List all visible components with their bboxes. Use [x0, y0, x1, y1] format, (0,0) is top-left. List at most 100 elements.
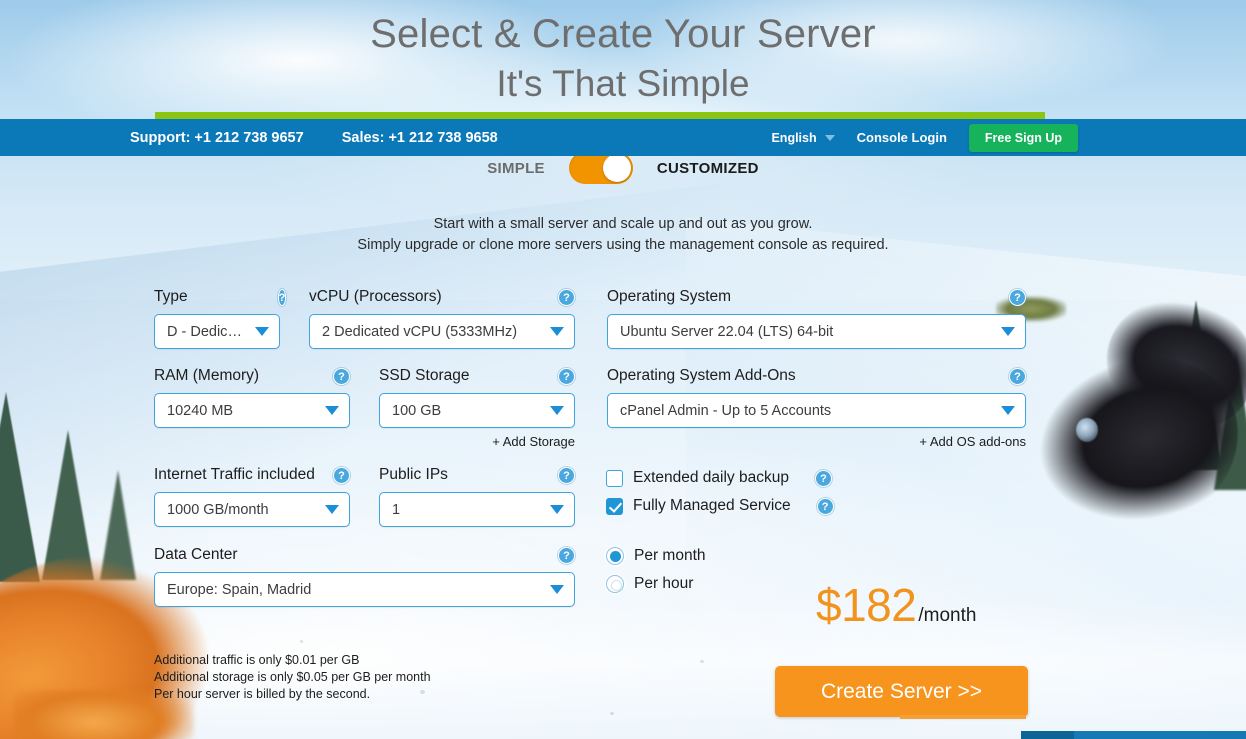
operating-system-select-value: Ubuntu Server 22.04 (LTS) 64-bit — [620, 323, 834, 340]
help-icon[interactable]: ? — [558, 288, 575, 306]
field-public-ips: Public IPs ? 1 — [379, 466, 575, 527]
language-label: English — [771, 130, 817, 145]
ram-select[interactable]: 10240 MB — [154, 393, 350, 428]
footnote-line2: Additional storage is only $0.05 per GB … — [154, 670, 431, 684]
chevron-down-icon — [1001, 327, 1015, 336]
add-os-addons-link[interactable]: + Add OS add-ons — [607, 434, 1026, 449]
radio-row: Per hour — [606, 575, 706, 593]
field-public-ips-label: Public IPs — [379, 466, 448, 483]
help-icon[interactable]: ? — [814, 469, 832, 487]
bottom-orange-strip — [900, 715, 1026, 719]
ram-select-value: 10240 MB — [167, 402, 234, 419]
vcpu-select[interactable]: 2 Dedicated vCPU (5333MHz) — [309, 314, 575, 349]
field-type-label: Type — [154, 288, 188, 305]
field-os-addons: Operating System Add-Ons ? cPanel Admin … — [607, 367, 1026, 449]
field-os-addons-label: Operating System Add-Ons — [607, 367, 796, 384]
field-os-label-row: Operating System ? — [607, 288, 1026, 306]
console-login-link[interactable]: Console Login — [857, 130, 947, 145]
server-config-form: Type ? D - Dedicat… vCPU (Processors) ? … — [0, 0, 1246, 739]
top-navigation-bar: Support: +1 212 738 9657 Sales: +1 212 7… — [0, 119, 1246, 156]
footnote-line1: Additional traffic is only $0.01 per GB — [154, 653, 360, 667]
field-public-ips-label-row: Public IPs ? — [379, 466, 575, 484]
price-period: /month — [918, 605, 977, 626]
vcpu-select-value: 2 Dedicated vCPU (5333MHz) — [322, 323, 518, 340]
data-center-select[interactable]: Europe: Spain, Madrid — [154, 572, 575, 607]
pricing-footnote: Additional traffic is only $0.01 per GB … — [154, 652, 431, 703]
per-month-label: Per month — [634, 547, 706, 564]
internet-traffic-select[interactable]: 1000 GB/month — [154, 492, 350, 527]
help-icon[interactable]: ? — [558, 466, 575, 484]
add-storage-link[interactable]: + Add Storage — [379, 434, 575, 449]
checkbox-row: Fully Managed Service ? — [606, 497, 834, 515]
help-icon[interactable]: ? — [558, 546, 575, 564]
ssd-storage-select-value: 100 GB — [392, 402, 442, 419]
help-icon[interactable]: ? — [277, 288, 287, 306]
field-os-addons-label-row: Operating System Add-Ons ? — [607, 367, 1026, 385]
public-ips-select-value: 1 — [392, 501, 401, 518]
field-ssd-label-row: SSD Storage ? — [379, 367, 575, 385]
field-ssd-storage: SSD Storage ? 100 GB + Add Storage — [379, 367, 575, 449]
field-data-center-label: Data Center — [154, 546, 238, 563]
field-operating-system: Operating System ? Ubuntu Server 22.04 (… — [607, 288, 1026, 349]
nav-actions-group: English Console Login Free Sign Up — [771, 123, 1078, 152]
chevron-down-icon — [550, 505, 564, 514]
field-os-label: Operating System — [607, 288, 732, 305]
field-traffic-label-row: Internet Traffic included ? — [154, 466, 350, 484]
addon-checkbox-group: Extended daily backup ? Fully Managed Se… — [606, 469, 834, 525]
os-addons-select-value: cPanel Admin - Up to 5 Accounts — [620, 402, 832, 419]
fully-managed-service-checkbox[interactable] — [606, 497, 623, 515]
free-signup-button[interactable]: Free Sign Up — [968, 123, 1078, 152]
support-phone: Support: +1 212 738 9657 — [130, 129, 304, 146]
extended-daily-backup-label: Extended daily backup — [633, 469, 789, 486]
field-ram-label: RAM (Memory) — [154, 367, 260, 384]
bottom-blue-bar-dark — [1021, 731, 1074, 739]
chevron-down-icon — [325, 406, 339, 415]
help-icon[interactable]: ? — [816, 497, 834, 515]
field-internet-traffic: Internet Traffic included ? 1000 GB/mont… — [154, 466, 350, 527]
checkbox-row: Extended daily backup ? — [606, 469, 834, 487]
field-type-label-row: Type ? — [154, 288, 287, 306]
field-ram: RAM (Memory) ? 10240 MB — [154, 367, 350, 428]
ssd-storage-select[interactable]: 100 GB — [379, 393, 575, 428]
type-select-value: D - Dedicat… — [167, 323, 247, 340]
field-vcpu-label-row: vCPU (Processors) ? — [309, 288, 575, 306]
fully-managed-service-label: Fully Managed Service — [633, 497, 791, 514]
price-amount: $182 — [816, 579, 917, 631]
field-type: Type ? D - Dedicat… — [154, 288, 287, 349]
field-vcpu-label: vCPU (Processors) — [309, 288, 442, 305]
field-data-center-label-row: Data Center ? — [154, 546, 575, 564]
chevron-down-icon — [550, 327, 564, 336]
footnote-line3: Per hour server is billed by the second. — [154, 687, 371, 701]
per-hour-radio[interactable] — [606, 575, 624, 593]
help-icon[interactable]: ? — [558, 367, 575, 385]
field-ssd-label: SSD Storage — [379, 367, 470, 384]
internet-traffic-select-value: 1000 GB/month — [167, 501, 269, 518]
language-selector[interactable]: English — [771, 130, 835, 145]
operating-system-select[interactable]: Ubuntu Server 22.04 (LTS) 64-bit — [607, 314, 1026, 349]
field-traffic-label: Internet Traffic included — [154, 466, 315, 483]
type-select[interactable]: D - Dedicat… — [154, 314, 280, 349]
chevron-down-icon — [1001, 406, 1015, 415]
per-hour-label: Per hour — [634, 575, 694, 592]
help-icon[interactable]: ? — [333, 466, 350, 484]
data-center-select-value: Europe: Spain, Madrid — [167, 581, 312, 598]
field-ram-label-row: RAM (Memory) ? — [154, 367, 350, 385]
chevron-down-icon — [255, 327, 269, 336]
public-ips-select[interactable]: 1 — [379, 492, 575, 527]
chevron-down-icon — [325, 505, 339, 514]
per-month-radio[interactable] — [606, 547, 624, 565]
chevron-down-icon — [550, 585, 564, 594]
field-data-center: Data Center ? Europe: Spain, Madrid — [154, 546, 575, 607]
billing-period-group: Per month Per hour — [606, 547, 706, 603]
help-icon[interactable]: ? — [333, 367, 350, 385]
help-icon[interactable]: ? — [1009, 367, 1026, 385]
nav-contact-group: Support: +1 212 738 9657 Sales: +1 212 7… — [130, 130, 498, 146]
sales-phone: Sales: +1 212 738 9658 — [341, 129, 498, 146]
radio-row: Per month — [606, 547, 706, 565]
help-icon[interactable]: ? — [1009, 288, 1026, 306]
os-addons-select[interactable]: cPanel Admin - Up to 5 Accounts — [607, 393, 1026, 428]
extended-daily-backup-checkbox[interactable] — [606, 469, 623, 487]
price-display: $182 /month — [816, 578, 976, 632]
field-vcpu: vCPU (Processors) ? 2 Dedicated vCPU (53… — [309, 288, 575, 349]
chevron-down-icon — [550, 406, 564, 415]
